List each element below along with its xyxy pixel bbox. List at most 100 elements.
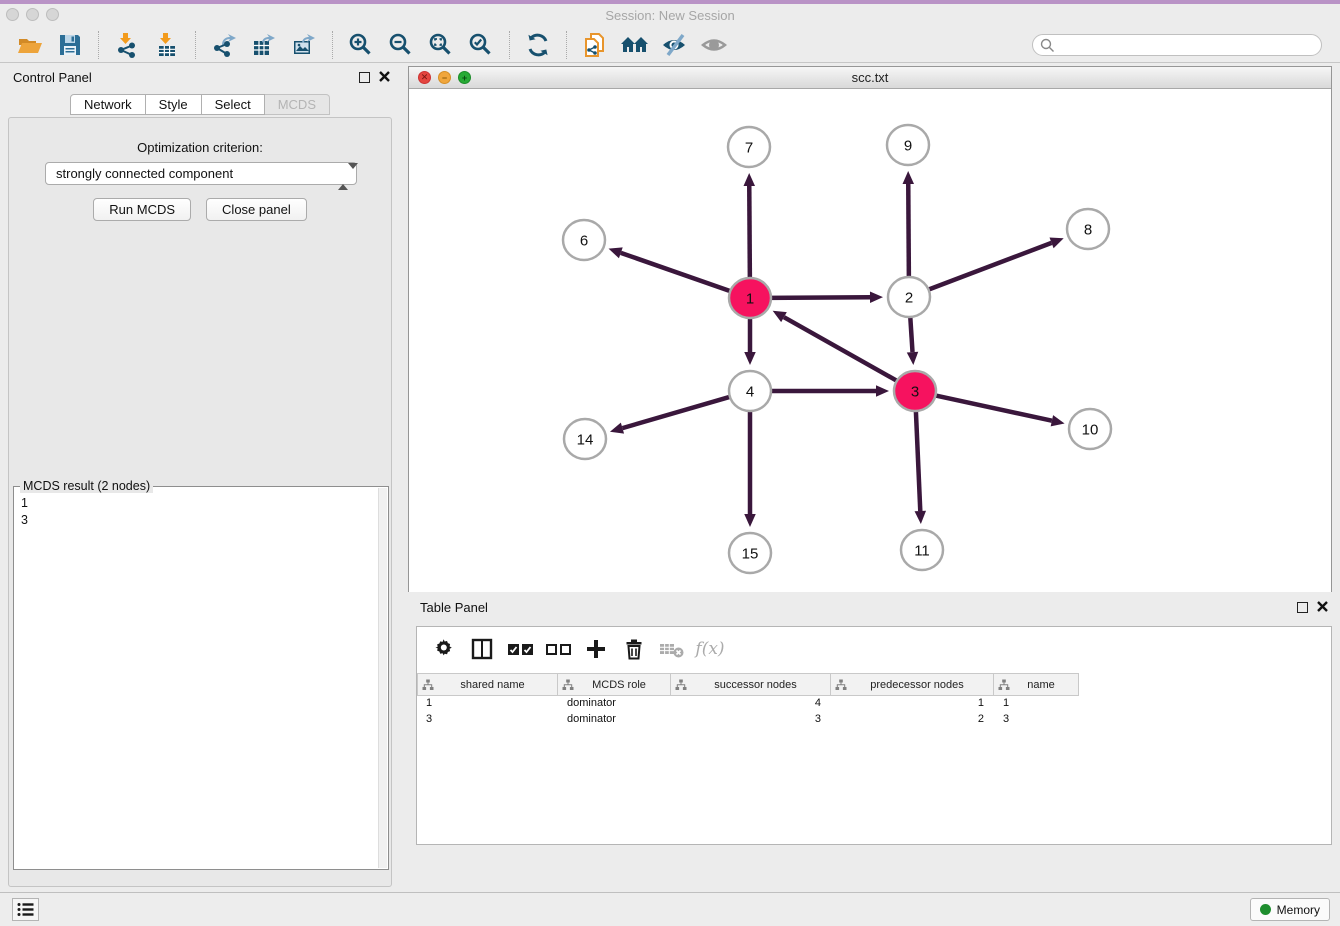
network-canvas[interactable]: 7 9 6 8 1 2 4 3 14 10 15 11	[409, 89, 1331, 592]
toolbar-separator	[509, 31, 510, 59]
select-all-columns-icon[interactable]	[505, 634, 535, 664]
network-view-titlebar[interactable]: ✕ − + scc.txt	[409, 67, 1331, 89]
edge-2-8[interactable]	[927, 243, 1052, 290]
edge-4-14[interactable]	[622, 396, 731, 428]
graph-node-14[interactable]: 14	[564, 419, 606, 459]
export-network-icon[interactable]	[209, 30, 239, 60]
titlebar: Session: New Session	[0, 4, 1340, 27]
cell-mcds-role[interactable]: dominator	[558, 712, 671, 728]
tab-mcds[interactable]: MCDS	[265, 94, 330, 115]
graph-node-11[interactable]: 11	[901, 530, 943, 570]
table-row[interactable]: 3dominator323	[417, 712, 1331, 728]
graph-node-15[interactable]: 15	[729, 533, 771, 573]
search-input[interactable]	[1032, 34, 1322, 56]
status-bar: Memory	[0, 892, 1340, 926]
window-title: Session: New Session	[0, 4, 1340, 27]
mcds-panel: Optimization criterion: strongly connect…	[8, 117, 392, 887]
memory-button[interactable]: Memory	[1250, 898, 1330, 921]
graph-node-8[interactable]: 8	[1067, 209, 1109, 249]
graph-node-3[interactable]: 3	[894, 371, 936, 411]
column-header-successor-nodes[interactable]: successor nodes	[671, 673, 831, 696]
close-table-panel-icon[interactable]	[1316, 600, 1329, 613]
cell-predecessor-nodes[interactable]: 2	[831, 712, 994, 728]
first-neighbors-icon[interactable]	[620, 30, 650, 60]
edge-3-1[interactable]	[784, 317, 898, 382]
delete-table-icon[interactable]	[657, 634, 687, 664]
mcds-result-list[interactable]: 13	[14, 491, 376, 869]
show-columns-icon[interactable]	[467, 634, 497, 664]
delete-columns-icon[interactable]	[619, 634, 649, 664]
column-header-shared-name[interactable]: shared name	[417, 673, 558, 696]
cell-mcds-role[interactable]: dominator	[558, 696, 671, 712]
column-header-predecessor-nodes[interactable]: predecessor nodes	[831, 673, 994, 696]
graph-node-10[interactable]: 10	[1069, 409, 1111, 449]
zoom-selected-icon[interactable]	[466, 30, 496, 60]
memory-status-icon	[1260, 904, 1271, 915]
edge-arrow-icon	[610, 423, 624, 434]
edge-1-7[interactable]	[749, 186, 750, 279]
column-label: shared name	[434, 679, 557, 691]
tab-network[interactable]: Network	[70, 94, 146, 115]
edge-1-6[interactable]	[621, 253, 732, 292]
zoom-out-icon[interactable]	[386, 30, 416, 60]
close-panel-button[interactable]: Close panel	[206, 198, 307, 221]
function-builder-icon[interactable]: f(x)	[695, 634, 725, 664]
refresh-layout-icon[interactable]	[523, 30, 553, 60]
duplicate-network-icon[interactable]	[580, 30, 610, 60]
column-label: successor nodes	[687, 679, 830, 691]
criterion-value: strongly connected component	[56, 166, 233, 181]
graph-node-1[interactable]: 1	[729, 278, 771, 318]
cell-successor-nodes[interactable]: 4	[671, 696, 831, 712]
cell-successor-nodes[interactable]: 3	[671, 712, 831, 728]
attribute-type-icon	[675, 679, 687, 691]
criterion-select[interactable]: strongly connected component	[45, 162, 357, 185]
fx-label: f(x)	[695, 639, 724, 659]
graph-node-9[interactable]: 9	[887, 125, 929, 165]
cell-shared-name[interactable]: 3	[417, 712, 558, 728]
cell-predecessor-nodes[interactable]: 1	[831, 696, 994, 712]
main-toolbar	[0, 27, 1340, 63]
search-icon	[1040, 38, 1055, 53]
tab-style[interactable]: Style	[146, 94, 202, 115]
edge-1-2[interactable]	[769, 297, 870, 298]
edge-3-10[interactable]	[934, 395, 1052, 421]
svg-text:1: 1	[746, 291, 754, 308]
graph-node-6[interactable]: 6	[563, 220, 605, 260]
table-row[interactable]: 1dominator411	[417, 696, 1331, 712]
column-header-name[interactable]: name	[994, 673, 1079, 696]
zoom-fit-icon[interactable]	[426, 30, 456, 60]
graph-node-7[interactable]: 7	[728, 127, 770, 167]
cell-name[interactable]: 3	[994, 712, 1079, 728]
show-graphics-details-icon[interactable]	[700, 30, 730, 60]
tab-select[interactable]: Select	[202, 94, 265, 115]
svg-text:7: 7	[745, 140, 753, 157]
optimization-criterion-label: Optimization criterion:	[9, 140, 391, 155]
edge-3-11[interactable]	[916, 410, 920, 511]
add-column-icon[interactable]	[581, 634, 611, 664]
import-table-icon[interactable]	[152, 30, 182, 60]
edge-2-3[interactable]	[910, 316, 912, 352]
column-label: name	[1010, 679, 1078, 691]
task-history-button[interactable]	[12, 898, 39, 921]
cell-shared-name[interactable]: 1	[417, 696, 558, 712]
unselect-all-columns-icon[interactable]	[543, 634, 573, 664]
export-image-icon[interactable]	[289, 30, 319, 60]
column-header-mcds-role[interactable]: MCDS role	[558, 673, 671, 696]
hide-graphics-details-icon[interactable]	[660, 30, 690, 60]
graph-node-4[interactable]: 4	[729, 371, 771, 411]
float-panel-icon[interactable]	[359, 72, 370, 83]
graph-node-2[interactable]: 2	[888, 277, 930, 317]
import-network-icon[interactable]	[112, 30, 142, 60]
float-table-panel-icon[interactable]	[1297, 602, 1308, 613]
save-session-icon[interactable]	[55, 30, 85, 60]
run-mcds-button[interactable]: Run MCDS	[93, 198, 191, 221]
column-label: predecessor nodes	[847, 679, 993, 691]
edge-2-9[interactable]	[908, 184, 909, 278]
table-settings-icon[interactable]	[429, 634, 459, 664]
zoom-in-icon[interactable]	[346, 30, 376, 60]
close-panel-icon[interactable]	[378, 70, 391, 83]
result-scrollbar[interactable]	[378, 488, 387, 868]
cell-name[interactable]: 1	[994, 696, 1079, 712]
export-table-icon[interactable]	[249, 30, 279, 60]
open-session-icon[interactable]	[15, 30, 45, 60]
